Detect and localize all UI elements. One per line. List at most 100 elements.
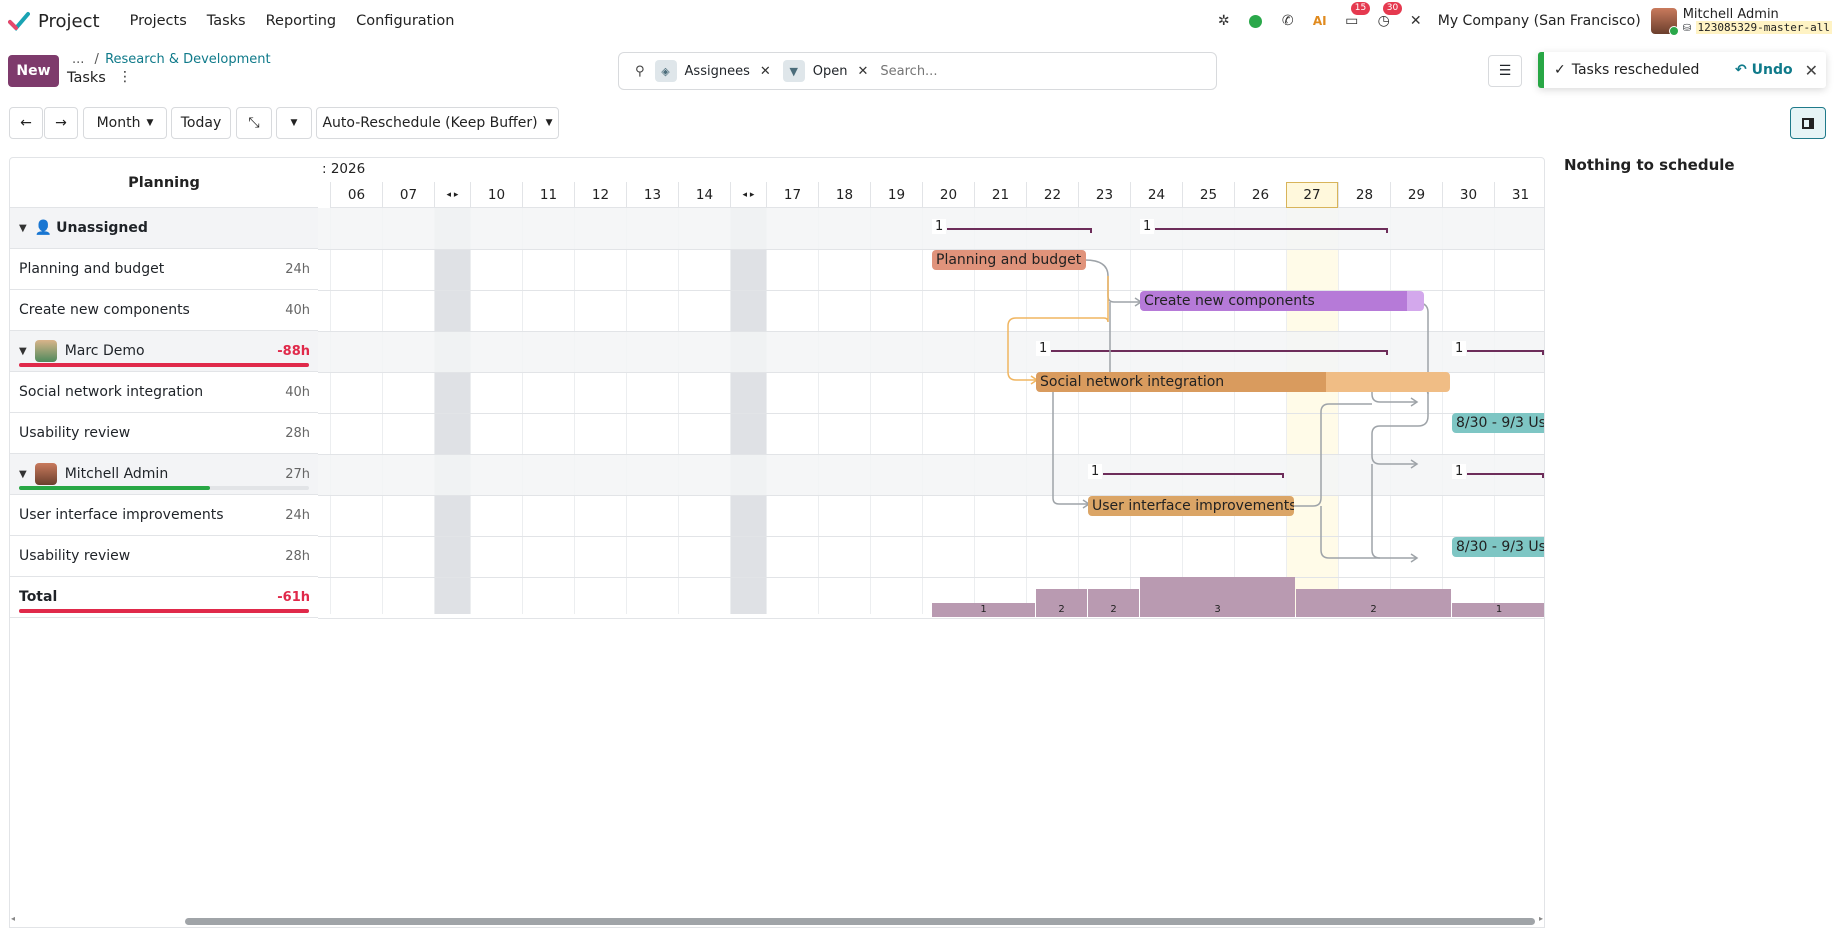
side-panel-title: Nothing to schedule bbox=[1564, 156, 1735, 174]
scrollbar-thumb[interactable] bbox=[185, 918, 1535, 925]
pill-label: User interface improvements bbox=[1092, 498, 1294, 514]
page-title: Tasks bbox=[67, 70, 106, 86]
project-app-icon bbox=[8, 12, 30, 31]
row-label: Total bbox=[19, 589, 58, 605]
user-avatar[interactable] bbox=[1650, 8, 1679, 36]
task-row: User interface improvements 24h bbox=[10, 495, 318, 536]
group-row-marc-demo[interactable]: ▼ Marc Demo -88h bbox=[10, 331, 318, 372]
menu-tasks[interactable]: Tasks bbox=[207, 13, 246, 29]
task-row: Usability review 28h bbox=[10, 536, 318, 577]
close-icon[interactable]: ✕ bbox=[1805, 61, 1818, 80]
search-bar: ⚲ ◈ Assignees ✕ ▼ Open ✕ bbox=[618, 52, 1217, 90]
scroll-right-icon[interactable]: ▸ bbox=[1539, 914, 1543, 923]
caret-down-icon: ▼ bbox=[545, 118, 553, 128]
group-row-mitchell-admin[interactable]: ▼ Mitchell Admin 27h bbox=[10, 454, 318, 495]
progress-bar bbox=[19, 486, 309, 490]
group-row-unassigned[interactable]: ▼ 👤 Unassigned bbox=[10, 208, 318, 249]
task-pill-usability-review[interactable]: 8/30 - 9/3 Usab bbox=[1452, 413, 1545, 433]
arrow-right-icon: → bbox=[55, 115, 67, 131]
pill-label: 8/30 - 9/3 Usab bbox=[1456, 415, 1545, 431]
layers-icon: ◈ bbox=[654, 60, 677, 82]
user-menu[interactable]: Mitchell Admin ⛁ 123085329-master-all bbox=[1683, 8, 1832, 35]
scroll-left-icon[interactable]: ◂ bbox=[11, 914, 15, 923]
presence-dot-icon[interactable] bbox=[1246, 11, 1266, 31]
systray: ✲ ✆ AI ▭ 15 ◷ 30 ✕ My Company (San Francis… bbox=[1208, 0, 1842, 42]
remove-facet-icon[interactable]: ✕ bbox=[760, 64, 771, 79]
collapse-rows-button[interactable]: ⤡ bbox=[236, 107, 272, 139]
row-label: Usability review bbox=[19, 425, 131, 441]
side-panel-toggle[interactable] bbox=[1790, 107, 1826, 139]
new-button[interactable]: New bbox=[8, 55, 59, 87]
company-switcher[interactable]: My Company (San Francisco) bbox=[1438, 13, 1641, 29]
reschedule-dropdown[interactable]: Auto-Reschedule (Keep Buffer) ▼ bbox=[316, 107, 559, 139]
next-button[interactable]: → bbox=[44, 107, 78, 139]
row-hours: -88h bbox=[277, 343, 310, 359]
filter-toggle-button[interactable]: ☰ bbox=[1488, 55, 1522, 87]
ai-icon[interactable]: AI bbox=[1310, 11, 1330, 31]
pill-label: 8/30 - 9/3 Usab bbox=[1456, 539, 1545, 555]
person-icon: 👤 bbox=[34, 220, 53, 236]
breadcrumb-project-link[interactable]: Research & Development bbox=[105, 52, 271, 67]
check-icon: ✓ bbox=[1554, 62, 1566, 78]
app-name: Project bbox=[38, 10, 100, 32]
task-row: Create new components 40h bbox=[10, 290, 318, 331]
main-menu: Projects Tasks Reporting Configuration bbox=[120, 13, 465, 29]
progress-bar bbox=[19, 609, 309, 613]
tools-icon[interactable]: ✕ bbox=[1406, 11, 1426, 31]
top-navbar: Project Projects Tasks Reporting Configu… bbox=[0, 0, 1842, 42]
task-row: Social network integration 40h bbox=[10, 372, 318, 413]
task-row: Usability review 28h bbox=[10, 413, 318, 454]
app-brand[interactable]: Project bbox=[8, 11, 100, 32]
workload-bar: 1 bbox=[932, 603, 1035, 617]
previous-button[interactable]: ← bbox=[9, 107, 43, 139]
search-input[interactable] bbox=[880, 63, 1161, 79]
gantt-view: Planning ▼ 👤 Unassigned Planning and bud… bbox=[9, 157, 1545, 928]
task-row: Planning and budget 24h bbox=[10, 249, 318, 290]
scale-dropdown[interactable]: Month ▼ bbox=[83, 107, 167, 139]
breadcrumb: ... / Research & Development bbox=[72, 52, 271, 67]
menu-reporting[interactable]: Reporting bbox=[266, 13, 337, 29]
row-label: Usability review bbox=[19, 548, 131, 564]
bug-icon[interactable]: ✲ bbox=[1214, 11, 1234, 31]
task-pill-planning-budget[interactable]: Planning and budget bbox=[932, 250, 1086, 270]
sliders-icon: ☰ bbox=[1498, 63, 1512, 79]
phone-icon[interactable]: ✆ bbox=[1278, 11, 1298, 31]
activities-clock-icon[interactable]: ◷ 30 bbox=[1374, 2, 1403, 31]
caret-down-icon[interactable]: ▼ bbox=[19, 223, 27, 234]
action-menu-icon[interactable]: ⋮ bbox=[118, 69, 132, 85]
remove-facet-icon[interactable]: ✕ bbox=[857, 64, 868, 79]
row-hours: 40h bbox=[285, 302, 310, 318]
menu-configuration[interactable]: Configuration bbox=[356, 13, 454, 29]
undo-icon: ↶ bbox=[1735, 62, 1747, 78]
caret-down-icon: ▼ bbox=[146, 118, 154, 128]
facet-open: ▼ Open ✕ bbox=[782, 60, 869, 82]
menu-projects[interactable]: Projects bbox=[130, 13, 187, 29]
activities-badge: 30 bbox=[1382, 2, 1403, 15]
row-label: Marc Demo bbox=[64, 343, 145, 359]
caret-down-icon[interactable]: ▼ bbox=[19, 469, 27, 480]
more-options-dropdown[interactable]: ▼ bbox=[276, 107, 312, 139]
task-pill-social-network[interactable]: Social network integration bbox=[1036, 372, 1450, 392]
row-hours: 40h bbox=[285, 384, 310, 400]
caret-down-icon[interactable]: ▼ bbox=[19, 346, 27, 357]
search-icon: ⚲ bbox=[635, 63, 645, 79]
task-pill-usability-review[interactable]: 8/30 - 9/3 Usab bbox=[1452, 537, 1545, 557]
undo-button[interactable]: ↶ Undo bbox=[1735, 62, 1793, 78]
workload-bar: 2 bbox=[1036, 589, 1087, 617]
row-label: Create new components bbox=[19, 302, 190, 318]
progress-bar bbox=[19, 363, 309, 367]
row-hours: 27h bbox=[285, 466, 310, 482]
messages-badge: 15 bbox=[1350, 2, 1371, 15]
messages-icon[interactable]: ▭ 15 bbox=[1342, 2, 1371, 31]
facet-assignees: ◈ Assignees ✕ bbox=[654, 60, 771, 82]
horizontal-scrollbar[interactable]: ◂ ▸ bbox=[9, 914, 1545, 926]
database-name: 123085329-master-all bbox=[1695, 20, 1832, 34]
task-pill-create-components[interactable]: Create new components bbox=[1140, 291, 1424, 311]
gantt-timeline: : 2026 06 07 ◂ ▸ 10 11 12 13 14 ◂ ▸ 17 18 19 20 21 22 2… bbox=[318, 158, 1545, 927]
row-hours: 24h bbox=[285, 507, 310, 523]
scale-label: Month bbox=[96, 115, 141, 131]
task-pill-ui-improvements[interactable]: User interface improvements bbox=[1088, 496, 1294, 516]
today-button[interactable]: Today bbox=[171, 107, 231, 139]
breadcrumb-more[interactable]: ... bbox=[72, 52, 84, 67]
workload-bar: 3 bbox=[1140, 577, 1295, 617]
